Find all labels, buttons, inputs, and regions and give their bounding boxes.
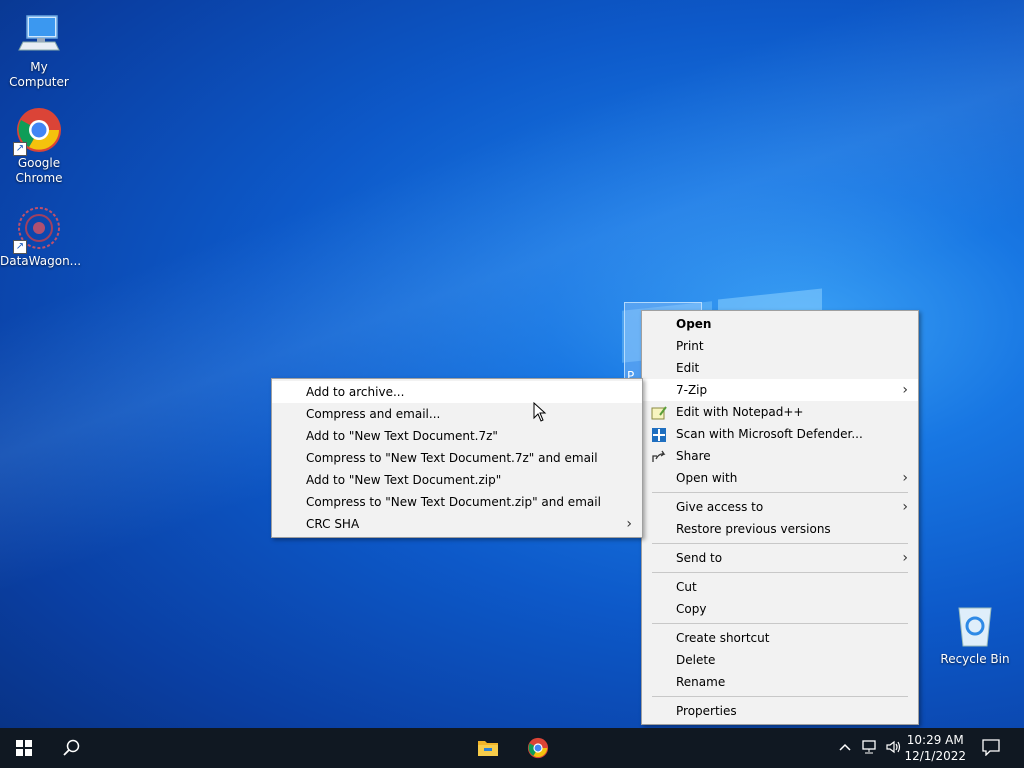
desktop-icon-google-chrome[interactable]: ↗ Google Chrome <box>0 106 78 186</box>
taskbar-file-explorer[interactable] <box>464 728 512 768</box>
desktop-icon-label: Google Chrome <box>15 156 63 185</box>
submenu-arrow-icon: › <box>902 550 908 566</box>
mouse-cursor-icon <box>533 401 547 422</box>
menu-item-properties[interactable]: Properties <box>642 700 918 722</box>
submenu-arrow-icon: › <box>626 516 632 532</box>
defender-shield-icon <box>651 427 667 442</box>
network-button[interactable] <box>862 740 878 757</box>
chevron-up-icon <box>839 743 851 751</box>
desktop-icon-label: DataWagon... <box>0 254 82 268</box>
menu-item-edit-notepad[interactable]: Edit with Notepad++ <box>642 401 918 423</box>
desktop-icon-datawagon[interactable]: ↗ DataWagon... <box>0 204 82 269</box>
datawagon-icon: ↗ <box>13 204 63 254</box>
submenu-item-crc-sha[interactable]: CRC SHA › <box>272 513 642 535</box>
chrome-icon <box>527 737 549 759</box>
file-explorer-icon <box>478 741 498 756</box>
submenu-arrow-icon: › <box>902 470 908 486</box>
menu-item-open[interactable]: Open <box>642 313 918 335</box>
notification-icon <box>982 739 1000 757</box>
taskbar-chrome[interactable] <box>514 728 562 768</box>
taskbar: 10:29 AM 12/1/2022 <box>0 728 1024 768</box>
chrome-icon: ↗ <box>13 106 63 156</box>
menu-item-rename[interactable]: Rename <box>642 671 918 693</box>
clock-date: 12/1/2022 <box>904 749 966 763</box>
submenu-item-add-zip[interactable]: Add to "New Text Document.zip" <box>272 469 642 491</box>
clock-time: 10:29 AM <box>906 733 964 747</box>
menu-item-create-shortcut[interactable]: Create shortcut <box>642 627 918 649</box>
menu-separator <box>652 492 908 493</box>
menu-item-share[interactable]: Share <box>642 445 918 467</box>
search-button[interactable] <box>48 728 96 768</box>
submenu-item-compress-email[interactable]: Compress and email... <box>272 403 642 425</box>
show-hidden-icons-button[interactable] <box>838 740 852 757</box>
submenu-arrow-icon: › <box>902 382 908 398</box>
menu-separator <box>652 696 908 697</box>
network-icon <box>862 740 876 754</box>
computer-icon <box>15 10 63 58</box>
desktop-icon-recycle-bin[interactable]: Recycle Bin <box>936 602 1014 667</box>
search-icon <box>63 739 80 756</box>
menu-item-7zip[interactable]: 7-Zip › <box>642 379 918 401</box>
menu-item-delete[interactable]: Delete <box>642 649 918 671</box>
menu-item-cut[interactable]: Cut <box>642 576 918 598</box>
context-menu: Open Print Edit 7-Zip › Edit with Notepad… <box>641 310 919 725</box>
submenu-item-add-7z[interactable]: Add to "New Text Document.7z" <box>272 425 642 447</box>
shortcut-arrow-icon: ↗ <box>13 240 27 254</box>
menu-item-restore-versions[interactable]: Restore previous versions <box>642 518 918 540</box>
share-icon <box>651 449 667 463</box>
menu-item-give-access[interactable]: Give access to › <box>642 496 918 518</box>
shortcut-arrow-icon: ↗ <box>13 142 27 156</box>
recycle-bin-icon <box>951 602 999 650</box>
menu-separator <box>652 543 908 544</box>
clock[interactable]: 10:29 AM 12/1/2022 <box>904 732 966 764</box>
windows-start-icon <box>16 740 32 756</box>
menu-item-copy[interactable]: Copy <box>642 598 918 620</box>
start-button[interactable] <box>0 728 48 768</box>
menu-item-send-to[interactable]: Send to › <box>642 547 918 569</box>
submenu-arrow-icon: › <box>902 499 908 515</box>
volume-button[interactable] <box>886 740 902 757</box>
menu-item-open-with[interactable]: Open with › <box>642 467 918 489</box>
submenu-7zip: Add to archive... Compress and email... … <box>271 378 643 538</box>
notepad-plus-plus-icon <box>651 405 667 420</box>
action-center-button[interactable] <box>982 738 1000 759</box>
submenu-item-add-to-archive[interactable]: Add to archive... <box>272 381 642 403</box>
menu-item-edit[interactable]: Edit <box>642 357 918 379</box>
menu-item-scan-defender[interactable]: Scan with Microsoft Defender... <box>642 423 918 445</box>
submenu-item-compress-zip-email[interactable]: Compress to "New Text Document.zip" and … <box>272 491 642 513</box>
menu-separator <box>652 623 908 624</box>
speaker-icon <box>886 740 901 754</box>
desktop-icon-my-computer[interactable]: My Computer <box>0 10 78 90</box>
menu-separator <box>652 572 908 573</box>
desktop-icon-label: My Computer <box>9 60 69 89</box>
desktop-icon-label: Recycle Bin <box>940 652 1010 666</box>
submenu-item-compress-7z-email[interactable]: Compress to "New Text Document.7z" and e… <box>272 447 642 469</box>
menu-item-print[interactable]: Print <box>642 335 918 357</box>
